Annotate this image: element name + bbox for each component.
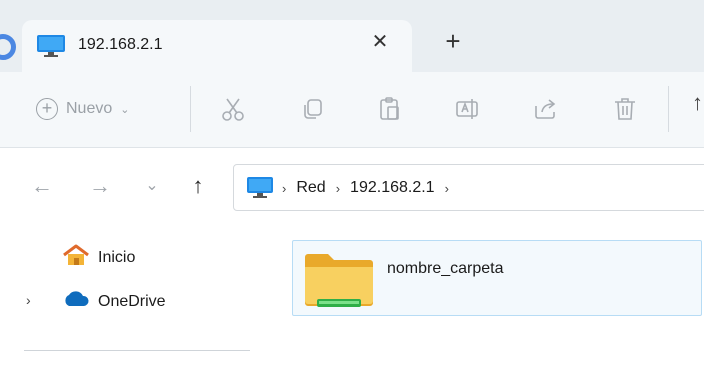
forward-button[interactable]: →	[88, 174, 112, 198]
chevron-down-icon: ⌄	[120, 103, 130, 116]
breadcrumb-item-red[interactable]: Red	[296, 179, 325, 197]
folder-name: nombre_carpeta	[387, 260, 504, 277]
sidebar-item-label: Inicio	[98, 248, 136, 266]
sidebar-item-label: OneDrive	[98, 292, 166, 310]
new-button-label: Nuevo	[66, 100, 113, 117]
toolbar-divider	[668, 86, 669, 132]
tab-strip: 192.168.2.1 ✕ +	[0, 0, 704, 72]
tab-title: 192.168.2.1	[78, 36, 163, 53]
back-button[interactable]: ←	[30, 174, 54, 198]
copy-icon[interactable]	[298, 94, 328, 124]
new-tab-button[interactable]: +	[440, 28, 466, 54]
plus-icon: +	[36, 98, 58, 120]
sidebar-item-onedrive[interactable]: OneDrive	[62, 290, 166, 313]
share-icon[interactable]	[530, 94, 560, 124]
new-button[interactable]: + Nuevo ⌄	[36, 94, 129, 124]
command-bar: + Nuevo ⌄ ↑	[0, 72, 704, 148]
navigation-bar: ← → ⌄ ↑ › Red › 192.168.2.1 ›	[0, 148, 704, 228]
address-bar[interactable]: › Red › 192.168.2.1 ›	[233, 164, 704, 211]
navigation-pane: Inicio › OneDrive	[0, 228, 270, 371]
monitor-icon	[246, 176, 274, 204]
recent-locations-button[interactable]: ⌄	[140, 174, 164, 198]
rename-icon[interactable]	[452, 94, 482, 124]
home-icon	[62, 244, 90, 271]
up-button[interactable]: ↑	[186, 174, 210, 198]
cloud-icon	[62, 290, 90, 313]
tab-current[interactable]: 192.168.2.1 ✕	[22, 20, 412, 72]
breadcrumb: › Red › 192.168.2.1 ›	[282, 179, 459, 197]
sidebar-item-inicio[interactable]: Inicio	[62, 244, 135, 271]
toolbar-divider	[190, 86, 191, 132]
breadcrumb-separator[interactable]: ›	[336, 181, 340, 196]
monitor-icon	[36, 34, 66, 62]
folder-item[interactable]: nombre_carpeta	[292, 240, 702, 316]
close-icon[interactable]: ✕	[368, 30, 392, 54]
breadcrumb-item-ip[interactable]: 192.168.2.1	[350, 179, 435, 197]
cut-icon[interactable]	[218, 94, 248, 124]
chevron-right-icon[interactable]: ›	[26, 292, 31, 308]
breadcrumb-separator[interactable]: ›	[282, 181, 286, 196]
file-list: nombre_carpeta	[270, 228, 704, 371]
delete-icon[interactable]	[610, 94, 640, 124]
sidebar-divider	[24, 350, 250, 351]
folder-icon	[303, 251, 375, 313]
breadcrumb-separator[interactable]: ›	[445, 181, 449, 196]
paste-icon[interactable]	[375, 94, 405, 124]
sort-icon[interactable]: ↑	[692, 90, 703, 116]
